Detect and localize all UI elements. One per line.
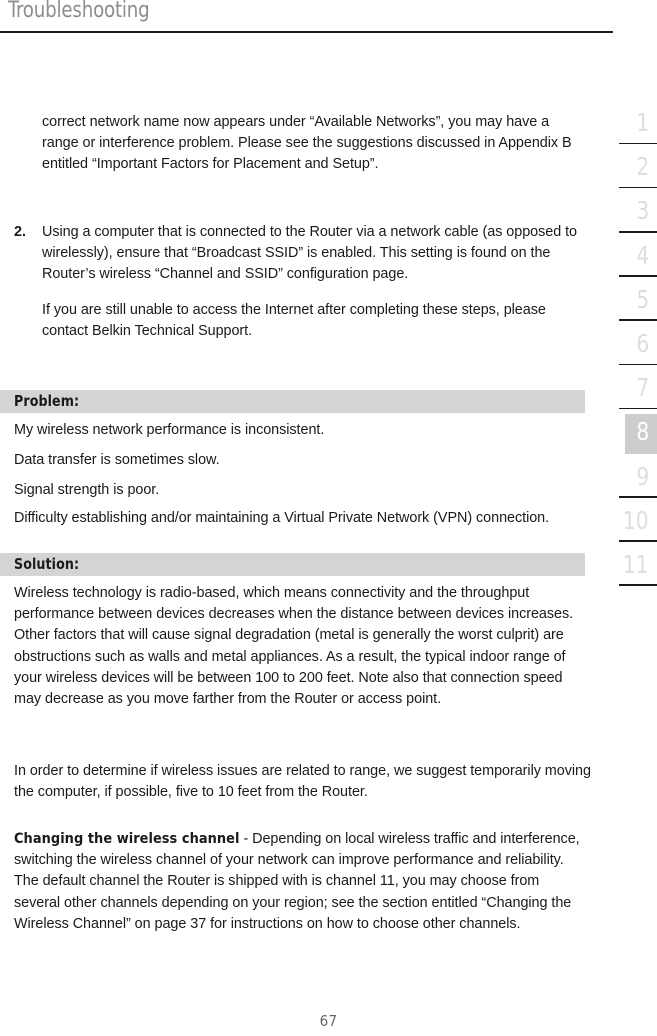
section-index-tab-label: 6: [636, 328, 649, 358]
problem-line-3: Signal strength is poor.: [14, 482, 160, 498]
problem-line-4: Difficulty establishing and/or maintaini…: [14, 510, 550, 526]
solution-paragraph-3: Changing the wireless channel - Dependin…: [14, 829, 580, 935]
section-index-tab[interactable]: 3: [600, 194, 657, 238]
header-divider: [0, 31, 613, 33]
section-index-tab-label: 7: [636, 373, 649, 403]
section-index-tab-label: 11: [623, 549, 649, 579]
solution-paragraph-1: Wireless technology is radio-based, whic…: [14, 585, 574, 708]
section-index-tab-label: 3: [636, 196, 649, 226]
problem-section-bar: Problem:: [0, 390, 585, 413]
section-index-tab-divider: [619, 584, 657, 587]
section-index-tab-divider: [619, 363, 657, 366]
page-header: Troubleshooting: [0, 0, 613, 34]
section-index-tab[interactable]: 6: [600, 327, 657, 371]
section-index-tab-divider: [619, 540, 657, 542]
page-number: 67: [319, 1012, 338, 1030]
section-index-tab-divider: [619, 407, 657, 410]
section-index-tab[interactable]: 11: [600, 548, 657, 592]
list-item-text: Using a computer that is connected to th…: [42, 224, 578, 283]
section-index-tab-label: 2: [636, 152, 649, 182]
page-title: Troubleshooting: [8, 0, 150, 23]
section-index-tab-divider: [619, 319, 657, 321]
section-index-tab[interactable]: 2: [600, 150, 657, 194]
list-item-body: Using a computer that is connected to th…: [42, 222, 587, 342]
section-index-tab-divider: [619, 496, 657, 498]
section-index-tab[interactable]: 1: [600, 106, 657, 150]
section-index-tab[interactable]: 5: [600, 283, 657, 327]
section-index-tab-label: 9: [636, 461, 649, 491]
solution-label: Solution:: [14, 556, 80, 573]
list-item-followup: If you are still unable to access the In…: [42, 301, 546, 339]
solution-paragraph-2: In order to determine if wireless issues…: [14, 763, 591, 801]
section-index: 1 2 3 4 5 6 7 8 9 10 11: [600, 106, 657, 592]
section-index-tab[interactable]: 10: [600, 504, 657, 548]
section-index-tab-active[interactable]: 8: [600, 414, 657, 459]
section-index-tab-label: 1: [636, 108, 649, 137]
problem-line-1: My wireless network performance is incon…: [14, 422, 325, 438]
section-index-tab[interactable]: 4: [600, 239, 657, 283]
section-index-tab-divider: [619, 142, 657, 145]
section-index-tab-label: 10: [623, 505, 649, 535]
problem-label: Problem:: [14, 393, 80, 410]
continued-paragraph: correct network name now appears under “…: [42, 114, 572, 173]
list-item-marker: 2.: [14, 224, 27, 240]
solution-section-bar: Solution:: [0, 553, 585, 576]
solution-paragraph-3-lead: Changing the wireless channel: [14, 831, 240, 847]
section-index-tab-label: 4: [636, 240, 649, 270]
section-index-tab[interactable]: 7: [600, 371, 657, 415]
section-index-tab-divider: [619, 230, 657, 233]
section-index-tab-label: 5: [636, 284, 649, 314]
section-index-tab[interactable]: 9: [600, 460, 657, 504]
section-index-tab-label: 8: [636, 417, 649, 447]
problem-line-2: Data transfer is sometimes slow.: [14, 452, 220, 468]
section-index-tab-divider: [619, 186, 657, 189]
section-index-tab-divider: [619, 275, 657, 277]
